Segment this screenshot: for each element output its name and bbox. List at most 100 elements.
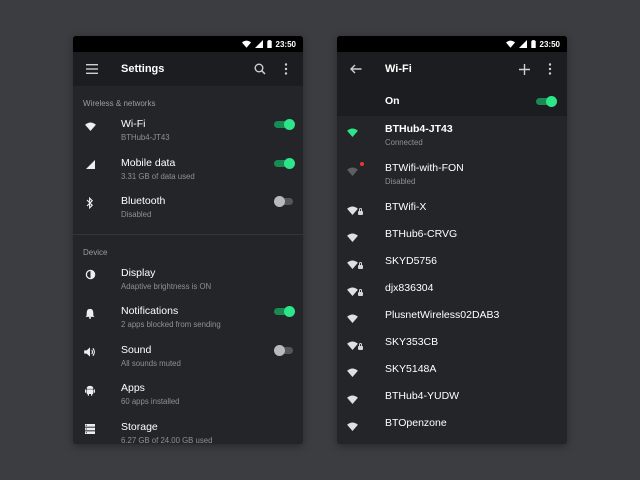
- signal-status-icon: [518, 40, 527, 48]
- settings-item-notifications[interactable]: Notifications 2 apps blocked from sendin…: [73, 301, 303, 340]
- wifi-master-toggle[interactable]: [536, 96, 557, 107]
- wifi-status-icon: [241, 40, 251, 48]
- settings-item-label: Storage: [121, 420, 158, 433]
- wifi-status-icon: [505, 40, 515, 48]
- network-name: BTHub4-JT43: [385, 123, 453, 135]
- brightness-icon: [83, 268, 97, 282]
- wifi-locked-icon: [347, 337, 363, 350]
- network-name: BTHub4-YUDW: [385, 390, 460, 402]
- page-title: Settings: [121, 63, 165, 75]
- menu-icon[interactable]: [83, 60, 101, 78]
- storage-icon: [83, 422, 97, 436]
- settings-item-display[interactable]: Display Adaptive brightness is ON: [73, 263, 303, 302]
- network-item-sky353cb[interactable]: SKY353CB: [337, 333, 567, 360]
- network-name: SKY353CB: [385, 336, 439, 348]
- battery-status-icon: [530, 40, 536, 48]
- network-name: BTWifi-with-FON: [385, 162, 464, 174]
- network-name: BTHub6-CRVG: [385, 228, 458, 240]
- settings-item-subtitle: Adaptive brightness is ON: [121, 281, 212, 291]
- status-time: 23:50: [539, 39, 560, 49]
- notifications-toggle[interactable]: [274, 306, 295, 317]
- network-name: SKYD5756: [385, 255, 437, 267]
- bluetooth-icon: [83, 196, 97, 210]
- settings-item-subtitle: Disabled: [121, 210, 152, 219]
- wifi-locked-icon: [347, 256, 363, 269]
- settings-item-label: Bluetooth: [121, 195, 166, 207]
- wifi-disabled-icon: [347, 162, 364, 176]
- section-header-device: Device: [83, 247, 108, 257]
- wifi-master-label: On: [385, 95, 400, 107]
- section-header-wireless: Wireless & networks: [83, 99, 156, 108]
- network-item-btwifi-x[interactable]: BTWifi-X: [337, 198, 567, 225]
- settings-item-label: Mobile data: [121, 156, 176, 169]
- status-bar: 23:50: [73, 36, 303, 52]
- wifi-icon: [347, 310, 361, 323]
- settings-item-label: Display: [121, 266, 156, 279]
- network-item-bthub6-crvg[interactable]: BTHub6-CRVG: [337, 225, 567, 252]
- network-item-btwifi-with-fon[interactable]: BTWifi-with-FON Disabled: [337, 159, 567, 198]
- settings-app-bar: Settings: [73, 52, 303, 86]
- settings-item-apps[interactable]: Apps 60 apps installed: [73, 378, 303, 417]
- network-name: BTWifi-X: [385, 201, 427, 213]
- wifi-full-icon: [347, 124, 361, 137]
- network-name: SKY5148A: [385, 363, 437, 375]
- network-name: djx836304: [385, 282, 434, 294]
- settings-item-bluetooth[interactable]: Bluetooth Disabled: [73, 191, 303, 230]
- wifi-icon: [347, 229, 361, 242]
- wifi-toggle[interactable]: [274, 119, 295, 130]
- android-icon: [83, 383, 97, 397]
- wifi-icon: [347, 364, 361, 377]
- back-arrow-icon[interactable]: [347, 60, 365, 78]
- more-options-icon[interactable]: [277, 60, 295, 78]
- search-icon[interactable]: [251, 60, 269, 78]
- wifi-screen: 23:50 Wi-Fi On BTHub4-JT43 Connected BTW…: [337, 36, 567, 444]
- settings-item-storage[interactable]: Storage 6.27 GB of 24.00 GB used: [73, 417, 303, 445]
- network-item-skyd5756[interactable]: SKYD5756: [337, 252, 567, 279]
- settings-item-subtitle: 3.31 GB of data used: [121, 171, 195, 181]
- settings-item-subtitle: 60 apps installed: [121, 397, 180, 406]
- bluetooth-toggle[interactable]: [274, 196, 295, 207]
- network-list: BTHub4-JT43 Connected BTWifi-with-FON Di…: [337, 116, 567, 441]
- more-options-icon[interactable]: [541, 60, 559, 78]
- settings-item-label: Notifications: [121, 305, 179, 317]
- network-item-bthub4-yudw[interactable]: BTHub4-YUDW: [337, 387, 567, 414]
- page-title: Wi-Fi: [385, 63, 412, 75]
- wifi-locked-icon: [347, 283, 363, 296]
- settings-item-subtitle: All sounds muted: [121, 358, 181, 368]
- settings-item-label: Sound: [121, 343, 152, 356]
- wifi-icon: [347, 418, 361, 431]
- network-item-sky5148a[interactable]: SKY5148A: [337, 360, 567, 387]
- settings-item-subtitle: 2 apps blocked from sending: [121, 320, 221, 329]
- wifi-icon: [83, 119, 97, 133]
- network-status: Connected: [385, 138, 423, 147]
- settings-screen: 23:50 Settings Wireless & networks Wi-Fi…: [73, 36, 303, 444]
- status-bar: 23:50: [337, 36, 567, 52]
- wifi-locked-icon: [347, 202, 363, 215]
- signal-status-icon: [254, 40, 263, 48]
- add-icon[interactable]: [515, 60, 533, 78]
- status-time: 23:50: [275, 39, 296, 49]
- network-status: Disabled: [385, 177, 416, 186]
- wifi-icon: [347, 391, 361, 404]
- network-item-plusnetwireless02dab3[interactable]: PlusnetWireless02DAB3: [337, 306, 567, 333]
- mobile-data-toggle[interactable]: [274, 157, 295, 169]
- wifi-app-bar: Wi-Fi: [337, 52, 567, 86]
- network-item-bthub4-jt43[interactable]: BTHub4-JT43 Connected: [337, 120, 567, 159]
- signal-icon: [83, 158, 97, 172]
- network-name: PlusnetWireless02DAB3: [385, 309, 500, 321]
- battery-status-icon: [266, 40, 272, 48]
- settings-item-wifi[interactable]: Wi-Fi BTHub4-JT43: [73, 114, 303, 153]
- bell-icon: [83, 306, 97, 320]
- network-name: BTOpenzone: [385, 417, 447, 429]
- settings-item-subtitle: 6.27 GB of 24.00 GB used: [121, 435, 213, 445]
- network-item-btopenzone[interactable]: BTOpenzone: [337, 414, 567, 441]
- settings-item-mobile-data[interactable]: Mobile data 3.31 GB of data used: [73, 153, 303, 192]
- settings-item-sound[interactable]: Sound All sounds muted: [73, 340, 303, 379]
- volume-icon: [83, 345, 97, 359]
- sound-toggle[interactable]: [274, 344, 295, 356]
- settings-item-label: Apps: [121, 382, 145, 394]
- network-item-djx836304[interactable]: djx836304: [337, 279, 567, 306]
- settings-item-label: Wi-Fi: [121, 118, 146, 130]
- wifi-master-switch-bar[interactable]: On: [337, 86, 567, 116]
- settings-item-subtitle: BTHub4-JT43: [121, 133, 170, 142]
